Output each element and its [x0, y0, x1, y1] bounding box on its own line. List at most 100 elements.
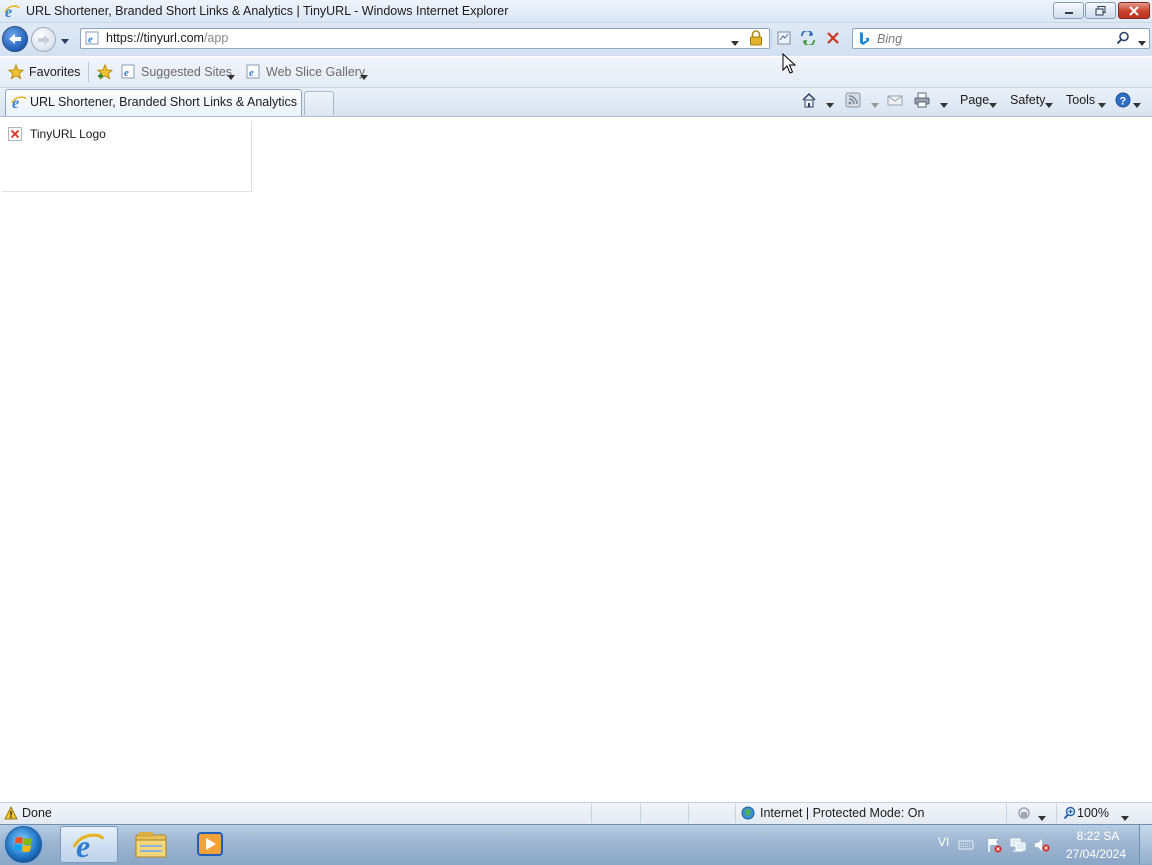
separator	[688, 804, 689, 823]
page-content	[0, 117, 1152, 801]
action-center-flag-icon[interactable]	[986, 837, 1002, 853]
chevron-down-icon	[826, 103, 834, 108]
bing-logo-icon	[858, 31, 870, 46]
minimize-icon	[1064, 11, 1073, 14]
warning-icon[interactable]	[4, 805, 18, 820]
tools-menu-dropdown[interactable]	[1098, 98, 1107, 112]
chevron-down-icon	[1045, 103, 1053, 108]
url-path: /app	[203, 31, 229, 45]
chevron-down-icon	[1133, 103, 1141, 108]
ie-logo-icon: e	[72, 828, 105, 864]
read-mail-icon[interactable]	[887, 92, 903, 108]
recent-pages-dropdown[interactable]	[60, 34, 70, 48]
zoom-dropdown[interactable]	[1121, 811, 1130, 825]
close-window-button[interactable]	[1118, 2, 1150, 19]
help-icon[interactable]: ?	[1115, 92, 1131, 108]
safety-menu[interactable]: Safety	[1010, 93, 1045, 107]
web-slice-gallery-dropdown[interactable]	[360, 70, 369, 84]
separator	[1056, 804, 1057, 823]
svg-text:e: e	[88, 34, 93, 46]
home-dropdown[interactable]	[826, 98, 835, 112]
restore-icon	[1095, 5, 1105, 15]
show-desktop-button[interactable]	[1139, 825, 1152, 864]
address-history-dropdown[interactable]	[731, 36, 740, 50]
search-options-dropdown[interactable]	[1138, 36, 1147, 50]
print-dropdown[interactable]	[940, 98, 949, 112]
logo-alt-text: TinyURL Logo	[30, 127, 106, 141]
favorites-button[interactable]: Favorites	[29, 65, 80, 79]
separator	[591, 804, 592, 823]
chevron-down-icon	[227, 75, 235, 80]
feeds-dropdown[interactable]	[871, 98, 880, 112]
status-text: Done	[22, 806, 52, 820]
compatibility-view-icon[interactable]	[777, 31, 791, 45]
security-zone-text[interactable]: Internet | Protected Mode: On	[760, 806, 924, 820]
keyboard-icon[interactable]	[958, 837, 974, 853]
tab-active-label: URL Shortener, Branded Short Links & Ana…	[30, 95, 300, 109]
page-menu[interactable]: Page	[960, 93, 989, 107]
clock-time[interactable]: 8:22 SA	[1070, 829, 1126, 843]
folder-icon	[135, 832, 167, 858]
safety-menu-dropdown[interactable]	[1045, 98, 1054, 112]
network-icon[interactable]	[1010, 837, 1026, 853]
ie-logo-icon: e	[4, 3, 20, 21]
refresh-icon[interactable]	[800, 29, 816, 47]
web-slice-gallery-link[interactable]: Web Slice Gallery	[266, 65, 365, 79]
address-url[interactable]: https://tinyurl.com/app	[106, 31, 228, 45]
restore-button[interactable]	[1085, 2, 1116, 19]
chevron-down-icon	[1138, 41, 1146, 46]
back-button[interactable]	[2, 26, 28, 52]
clock-date[interactable]: 27/04/2024	[1064, 847, 1128, 861]
separator	[640, 804, 641, 823]
search-magnifier-icon[interactable]	[1116, 31, 1130, 45]
chevron-down-icon	[731, 41, 739, 46]
suggested-sites-dropdown[interactable]	[227, 70, 236, 84]
url-host: https://tinyurl.com	[106, 31, 204, 45]
ie-page-icon: e	[246, 64, 260, 79]
broken-image-icon	[8, 127, 22, 141]
internet-zone-globe-icon	[741, 806, 755, 820]
page-ie-icon: e	[85, 31, 99, 46]
svg-text:e: e	[249, 67, 254, 79]
windows-logo-icon	[14, 837, 32, 852]
svg-text:e: e	[76, 828, 90, 862]
separator	[735, 804, 736, 823]
window-title: URL Shortener, Branded Short Links & Ana…	[26, 4, 509, 18]
svg-text:?: ?	[1120, 96, 1127, 108]
separator	[1006, 804, 1007, 823]
close-icon	[1129, 5, 1139, 16]
forward-arrow-icon	[37, 34, 50, 45]
taskbar-internet-explorer[interactable]: e	[60, 826, 118, 864]
tools-menu[interactable]: Tools	[1066, 93, 1095, 107]
protected-mode-dropdown[interactable]	[1038, 811, 1047, 825]
new-tab-button[interactable]	[304, 91, 334, 115]
start-button[interactable]	[5, 826, 42, 863]
volume-muted-icon[interactable]	[1034, 837, 1050, 853]
zoom-magnifier-icon[interactable]	[1063, 806, 1076, 820]
forward-button[interactable]	[31, 27, 56, 52]
page-menu-dropdown[interactable]	[989, 98, 998, 112]
mouse-cursor-icon	[782, 52, 797, 78]
ie-page-icon: e	[121, 64, 135, 79]
separator	[88, 62, 89, 82]
home-icon[interactable]	[801, 92, 817, 108]
suggested-sites-link[interactable]: Suggested Sites	[141, 65, 232, 79]
taskbar-windows-explorer[interactable]	[124, 826, 178, 863]
language-indicator[interactable]: VI	[938, 835, 949, 849]
chevron-down-icon	[360, 75, 368, 80]
chevron-down-icon	[989, 103, 997, 108]
lock-icon[interactable]	[749, 30, 763, 46]
favorites-star-icon[interactable]	[7, 63, 25, 80]
add-to-favorites-bar-icon[interactable]	[96, 63, 114, 80]
taskbar-media-player[interactable]	[184, 826, 238, 863]
rss-feed-icon[interactable]	[845, 92, 861, 108]
printer-icon[interactable]	[914, 92, 930, 108]
stop-icon[interactable]	[826, 31, 840, 45]
help-dropdown[interactable]	[1133, 98, 1142, 112]
minimize-button[interactable]	[1053, 2, 1084, 19]
svg-text:e: e	[124, 67, 129, 79]
search-placeholder: Bing	[877, 32, 903, 46]
chevron-down-icon	[871, 103, 879, 108]
zoom-level[interactable]: 100%	[1077, 806, 1109, 820]
protected-mode-icon[interactable]	[1016, 806, 1032, 820]
